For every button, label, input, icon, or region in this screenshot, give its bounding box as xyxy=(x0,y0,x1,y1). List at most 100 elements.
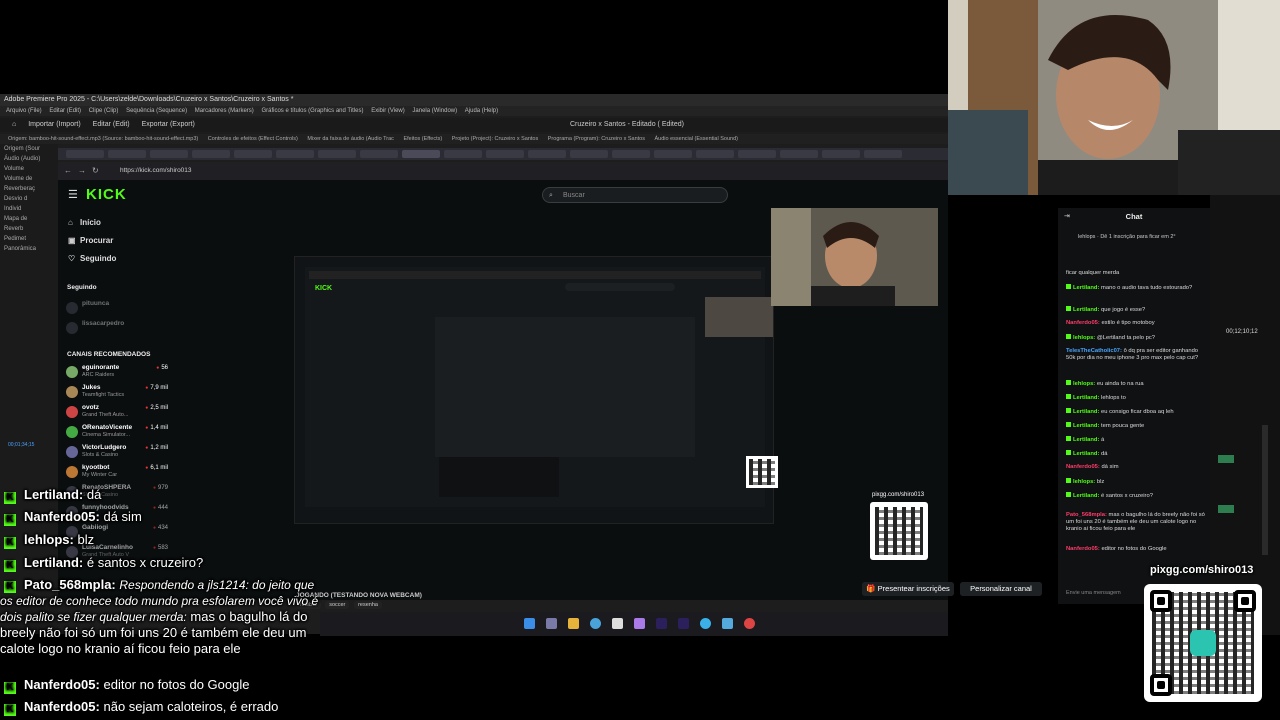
qr-code[interactable] xyxy=(1144,584,1262,702)
panel-row[interactable]: Reverberaç xyxy=(0,184,58,194)
chat-username[interactable]: Lertiland: xyxy=(1073,307,1099,313)
panel-tab-effects[interactable]: Efeitos (Effects) xyxy=(403,136,442,142)
premiere-icon[interactable] xyxy=(656,618,667,629)
following-channel[interactable]: pituunca xyxy=(66,300,176,320)
kick-logo[interactable]: KICK xyxy=(86,186,127,203)
chat-username[interactable]: Nanferdo05: xyxy=(1066,464,1100,470)
browser-tab[interactable] xyxy=(654,150,692,158)
nav-browse[interactable]: ▣ Procurar xyxy=(68,236,113,245)
browser-tab[interactable] xyxy=(738,150,776,158)
recommended-channel[interactable]: JukesTeamfight Tactics 7,9 mil xyxy=(66,384,176,404)
panel-row[interactable]: Volume de xyxy=(0,174,58,184)
panel-row[interactable]: Reverb xyxy=(0,224,58,234)
discord-icon[interactable] xyxy=(634,618,645,629)
panel-row[interactable]: Panorâmica xyxy=(0,244,58,254)
menu-clip[interactable]: Clipe (Clip) xyxy=(89,108,119,114)
panel-row[interactable]: Áudio (Audio) xyxy=(0,154,58,164)
chat-username[interactable]: Lertiland: xyxy=(1073,493,1099,499)
chat-username[interactable]: Lertiland: xyxy=(1073,395,1099,401)
browser-tab[interactable] xyxy=(486,150,524,158)
menu-file[interactable]: Arquivo (File) xyxy=(6,108,42,114)
menu-edit[interactable]: Editar (Edit) xyxy=(49,108,81,114)
chat-username[interactable]: Lertiland: xyxy=(1073,451,1099,457)
recommended-channel[interactable]: ORenatoVicenteCinema Simulator... 1,4 mil xyxy=(66,424,176,444)
forward-icon[interactable]: → xyxy=(78,162,86,180)
recommended-channel[interactable]: eguinoranteARC Raiders 56 xyxy=(66,364,176,384)
panel-row[interactable]: Pedimet xyxy=(0,234,58,244)
customize-channel-button-main[interactable]: Personalizar canal xyxy=(960,582,1042,596)
browser-tab[interactable] xyxy=(444,150,482,158)
url-field[interactable]: https://kick.com/shiro013 xyxy=(120,162,192,180)
reload-icon[interactable]: ↻ xyxy=(92,162,99,180)
menu-markers[interactable]: Marcadores (Markers) xyxy=(195,108,254,114)
chat-username[interactable]: TelesTheCatholic07: xyxy=(1066,348,1122,354)
recommended-channel[interactable]: kyootbotMy Winter Car 6,1 mil xyxy=(66,464,176,484)
panel-tab-project[interactable]: Projeto (Project): Cruzeiro x Santos xyxy=(452,136,539,142)
browser-tab[interactable] xyxy=(528,150,566,158)
chat-username[interactable]: Nanferdo05: xyxy=(1066,320,1100,326)
following-channel[interactable]: lissacarpedro xyxy=(66,320,176,340)
pinned-message[interactable]: lehlops · Dê 1 inscrição para ficar em 2… xyxy=(1064,234,1206,258)
video-player[interactable]: KICK xyxy=(294,256,774,524)
menu-sequence[interactable]: Sequência (Sequence) xyxy=(126,108,187,114)
panel-tab-essential-sound[interactable]: Áudio essencial (Essential Sound) xyxy=(655,136,738,142)
chrome-icon[interactable] xyxy=(590,618,601,629)
app-icon[interactable] xyxy=(612,618,623,629)
browser-tab[interactable] xyxy=(696,150,734,158)
chat-username[interactable]: Pato_568mpla: xyxy=(1066,512,1107,518)
browser-tab[interactable] xyxy=(780,150,818,158)
recommended-channel[interactable]: VictorLudgeroSlots & Casino 1,2 mil xyxy=(66,444,176,464)
chat-username[interactable]: Lertiland: xyxy=(1073,423,1099,429)
chat-username[interactable]: Lertiland: xyxy=(1073,409,1099,415)
menu-icon[interactable]: ☰ xyxy=(68,188,78,201)
menu-help[interactable]: Ajuda (Help) xyxy=(465,108,498,114)
edge-icon[interactable] xyxy=(700,618,711,629)
tab-import[interactable]: Importar (Import) xyxy=(28,121,81,128)
panel-tab-audio-mixer[interactable]: Mixer da faixa de áudio (Audio Trac xyxy=(307,136,394,142)
browser-tab[interactable] xyxy=(66,150,104,158)
chat-username[interactable]: Nanferdo05: xyxy=(1066,546,1100,552)
menu-window[interactable]: Janela (Window) xyxy=(412,108,457,114)
back-icon[interactable]: ← xyxy=(64,162,72,180)
browser-tab[interactable] xyxy=(234,150,272,158)
browser-tab[interactable] xyxy=(570,150,608,158)
chat-username[interactable]: lehlops: xyxy=(1073,479,1095,485)
browser-tab[interactable] xyxy=(318,150,356,158)
search-icon[interactable] xyxy=(546,618,557,629)
browser-tab[interactable] xyxy=(822,150,860,158)
chat-username[interactable]: lehlops: xyxy=(1073,381,1095,387)
home-icon[interactable]: ⌂ xyxy=(12,121,16,128)
browser-tab[interactable] xyxy=(360,150,398,158)
panel-row[interactable]: Individ xyxy=(0,204,58,214)
panel-tab-program[interactable]: Programa (Program): Cruzeiro x Santos xyxy=(548,136,645,142)
obs-icon[interactable] xyxy=(744,618,755,629)
tab-edit[interactable]: Editar (Edit) xyxy=(93,121,130,128)
menu-view[interactable]: Exibir (View) xyxy=(371,108,405,114)
browser-tab-active[interactable] xyxy=(402,150,440,158)
panel-row[interactable]: Volume xyxy=(0,164,58,174)
search-input[interactable]: ⌕ Buscar xyxy=(542,187,728,203)
browser-tab[interactable] xyxy=(108,150,146,158)
nav-following[interactable]: ♡ Seguindo xyxy=(68,254,116,263)
panel-row[interactable]: Mapa de xyxy=(0,214,58,224)
browser-tab[interactable] xyxy=(864,150,902,158)
panel-row[interactable]: Desvio d xyxy=(0,194,58,204)
panel-tab-source[interactable]: Origem: bamboo-hit-sound-effect.mp3 (Sou… xyxy=(8,136,198,142)
qr-code-small[interactable] xyxy=(870,502,928,560)
gift-subs-button-main[interactable]: 🎁 Presentear inscrições xyxy=(862,582,954,596)
chat-username[interactable]: lehlops: xyxy=(1073,335,1095,341)
panel-tab-effect-controls[interactable]: Controles de efeitos (Effect Controls) xyxy=(208,136,298,142)
chat-username[interactable]: Lertiland: xyxy=(1073,285,1099,291)
start-icon[interactable] xyxy=(524,618,535,629)
chat-username[interactable]: Lertiland: xyxy=(1073,437,1099,443)
premiere-icon[interactable] xyxy=(678,618,689,629)
browser-tab[interactable] xyxy=(276,150,314,158)
nav-home[interactable]: ⌂ Início xyxy=(68,218,101,227)
tag-pill[interactable]: resenha xyxy=(354,601,382,609)
folder-icon[interactable] xyxy=(568,618,579,629)
browser-tab[interactable] xyxy=(612,150,650,158)
recommended-channel[interactable]: ovotzGrand Theft Auto... 2,5 mil xyxy=(66,404,176,424)
tab-export[interactable]: Exportar (Export) xyxy=(142,121,195,128)
app-icon[interactable] xyxy=(722,618,733,629)
browser-tab[interactable] xyxy=(192,150,230,158)
